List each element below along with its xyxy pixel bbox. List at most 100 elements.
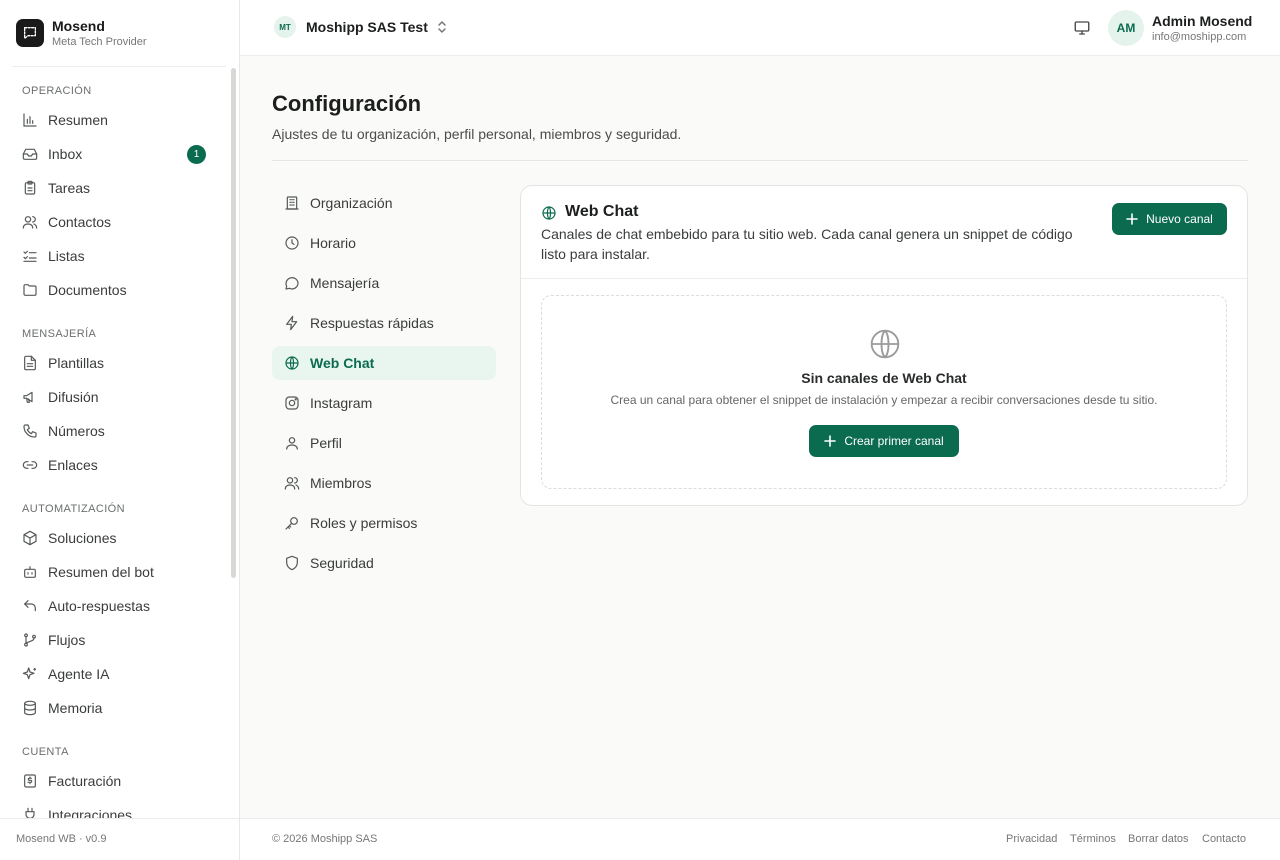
sidebar-item-inbox[interactable]: Inbox 1 xyxy=(12,139,216,169)
settings-item-web-chat[interactable]: Web Chat xyxy=(272,346,496,380)
link-icon xyxy=(22,461,38,469)
reply-icon xyxy=(24,600,36,612)
settings-item-miembros[interactable]: Miembros xyxy=(272,466,496,500)
section-title-mensajeria: MENSAJERÍA xyxy=(22,328,97,340)
sidebar-item-label: Soluciones xyxy=(48,530,117,546)
sidebar-item-numeros[interactable]: Números xyxy=(12,416,216,446)
sidebar-item-documentos[interactable]: Documentos xyxy=(12,275,216,305)
git-branch-icon xyxy=(24,633,36,647)
copyright: © 2026 Moshipp SAS xyxy=(272,833,378,845)
sidebar-item-label: Documentos xyxy=(48,282,127,298)
list-check-icon xyxy=(23,250,37,262)
brand[interactable]: Mosend Meta Tech Provider xyxy=(16,17,147,49)
org-switcher[interactable]: MT Moshipp SAS Test xyxy=(274,16,448,38)
key-icon xyxy=(285,517,298,530)
settings-item-label: Miembros xyxy=(310,475,372,491)
shield-icon xyxy=(286,555,298,571)
sidebar-item-tareas[interactable]: Tareas xyxy=(12,173,216,203)
sidebar-item-auto-respuestas[interactable]: Auto-respuestas xyxy=(12,591,216,621)
divider xyxy=(272,160,1248,161)
database-icon xyxy=(24,700,36,716)
plus-icon xyxy=(1126,213,1138,225)
terms-link[interactable]: Términos xyxy=(1070,833,1116,845)
instagram-icon xyxy=(285,396,299,410)
phone-icon xyxy=(23,424,37,438)
contact-link[interactable]: Contacto xyxy=(1202,833,1246,845)
sidebar-item-label: Resumen xyxy=(48,112,108,128)
new-channel-label: Nuevo canal xyxy=(1146,212,1213,226)
settings-item-label: Respuestas rápidas xyxy=(310,315,434,331)
settings-item-seguridad[interactable]: Seguridad xyxy=(272,546,496,580)
settings-item-perfil[interactable]: Perfil xyxy=(272,426,496,460)
bar-chart-icon xyxy=(23,113,37,127)
settings-item-label: Perfil xyxy=(310,435,342,451)
sidebar-item-label: Plantillas xyxy=(48,355,105,371)
globe-icon xyxy=(542,206,556,220)
sidebar-item-label: Listas xyxy=(48,248,85,264)
sidebar-item-label: Difusión xyxy=(48,389,99,405)
globe-icon xyxy=(285,356,299,370)
zap-icon xyxy=(286,315,298,331)
sidebar-item-resumen[interactable]: Resumen xyxy=(12,105,216,135)
settings-item-organizacion[interactable]: Organización xyxy=(272,186,496,220)
sidebar-item-label: Agente IA xyxy=(48,666,110,682)
avatar[interactable]: AM xyxy=(1108,10,1144,46)
brand-subtitle: Meta Tech Provider xyxy=(52,36,147,48)
sidebar-item-resumen-bot[interactable]: Resumen del bot xyxy=(12,557,216,587)
sidebar-item-plantillas[interactable]: Plantillas xyxy=(12,348,216,378)
card-description: Canales de chat embebido para tu sitio w… xyxy=(541,226,1073,262)
sidebar-item-label: Contactos xyxy=(48,214,112,230)
settings-item-respuestas-rapidas[interactable]: Respuestas rápidas xyxy=(272,306,496,340)
topbar: MT Moshipp SAS Test AM Admin Mosend info… xyxy=(240,0,1280,56)
settings-item-label: Roles y permisos xyxy=(310,515,418,531)
globe-icon xyxy=(870,329,900,359)
section-title-cuenta: CUENTA xyxy=(22,746,69,758)
sidebar-item-flujos[interactable]: Flujos xyxy=(12,625,216,655)
sidebar-item-enlaces[interactable]: Enlaces xyxy=(12,450,216,480)
create-first-channel-button[interactable]: Crear primer canal xyxy=(809,425,959,457)
delete-data-link[interactable]: Borrar datos xyxy=(1128,833,1189,845)
building-icon xyxy=(285,196,299,210)
sidebar-item-facturacion[interactable]: Facturación xyxy=(12,766,216,796)
sidebar: Mosend Meta Tech Provider OPERACIÓN Resu… xyxy=(0,0,240,860)
settings-item-label: Seguridad xyxy=(310,555,374,571)
sidebar-scrollbar[interactable] xyxy=(231,68,236,578)
sidebar-item-contactos[interactable]: Contactos xyxy=(12,207,216,237)
sparkles-icon xyxy=(22,667,36,680)
card-title: Web Chat xyxy=(565,203,639,220)
settings-item-instagram[interactable]: Instagram xyxy=(272,386,496,420)
privacy-link[interactable]: Privacidad xyxy=(1006,833,1057,845)
megaphone-icon xyxy=(23,391,33,403)
page-subtitle: Ajustes de tu organización, perfil perso… xyxy=(272,126,682,142)
sidebar-item-difusion[interactable]: Difusión xyxy=(12,382,216,412)
user-email: info@moshipp.com xyxy=(1152,31,1247,43)
settings-item-roles-permisos[interactable]: Roles y permisos xyxy=(272,506,496,540)
new-channel-button[interactable]: Nuevo canal xyxy=(1112,203,1227,235)
monitor-icon[interactable] xyxy=(1073,19,1091,37)
package-icon xyxy=(23,530,37,546)
clipboard-icon xyxy=(24,180,36,195)
empty-description: Crea un canal para obtener el snippet de… xyxy=(610,393,1158,407)
inbox-count-badge: 1 xyxy=(187,145,206,164)
sidebar-item-integraciones[interactable]: Integraciones xyxy=(12,800,216,818)
page-footer: © 2026 Moshipp SAS Privacidad Términos B… xyxy=(240,818,1280,860)
settings-item-horario[interactable]: Horario xyxy=(272,226,496,260)
sidebar-item-label: Memoria xyxy=(48,700,103,716)
bot-icon xyxy=(24,566,36,578)
sidebar-item-label: Facturación xyxy=(48,773,122,789)
sidebar-item-memoria[interactable]: Memoria xyxy=(12,693,216,723)
sidebar-item-label: Inbox xyxy=(48,146,83,162)
sidebar-item-listas[interactable]: Listas xyxy=(12,241,216,271)
app-version: Mosend WB · v0.9 xyxy=(16,833,107,845)
sidebar-item-agente-ia[interactable]: Agente IA xyxy=(12,659,216,689)
settings-item-label: Horario xyxy=(310,235,356,251)
sidebar-item-label: Auto-respuestas xyxy=(48,598,150,614)
receipt-icon xyxy=(24,774,36,788)
users-icon xyxy=(284,477,300,490)
sidebar-item-soluciones[interactable]: Soluciones xyxy=(12,523,216,553)
chat-square-icon xyxy=(16,19,44,47)
sidebar-nav: OPERACIÓN Resumen Inbox 1 Tareas Contact… xyxy=(0,67,228,818)
settings-item-mensajeria[interactable]: Mensajería xyxy=(272,266,496,300)
user-icon xyxy=(286,437,298,450)
settings-item-label: Organización xyxy=(310,195,393,211)
